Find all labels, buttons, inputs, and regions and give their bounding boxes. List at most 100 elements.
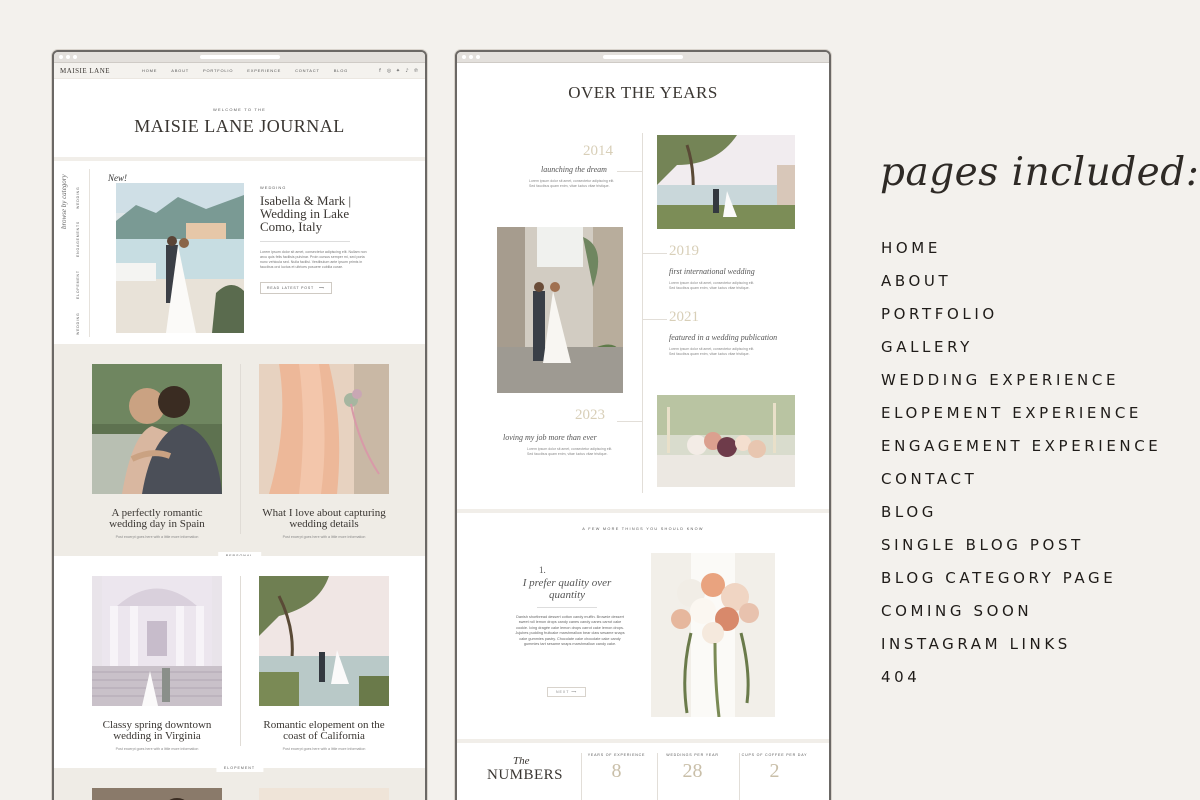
- stat-label: WEDDINGS PER YEAR: [666, 753, 719, 757]
- about-preview-window: OVER THE YEARS 2014 launching the dream …: [455, 50, 831, 800]
- featured-meta: WEDDING Isabella & Mark | Wedding in Lak…: [260, 185, 370, 294]
- featured-photo[interactable]: [116, 183, 244, 333]
- stat-coffee: CUPS OF COFFEE PER DAY 2: [739, 753, 809, 800]
- post-photo[interactable]: [92, 576, 222, 706]
- browse-by-category-label: browse by category: [60, 174, 68, 229]
- facebook-icon[interactable]: f: [377, 68, 383, 74]
- post-card[interactable]: [92, 788, 222, 800]
- timeline-photo[interactable]: [497, 227, 623, 393]
- timeline: 2014 launching the dream Lorem ipsum dol…: [457, 123, 829, 513]
- page-item: ABOUT: [881, 272, 952, 290]
- post-row: [54, 768, 425, 800]
- page-item: SINGLE BLOG POST: [881, 536, 1084, 554]
- nav-link-home[interactable]: HOME: [142, 68, 157, 73]
- more-things-section: A FEW MORE THINGS YOU SHOULD KNOW 1. I p…: [457, 513, 829, 743]
- category-link-wedding[interactable]: WEDDING: [76, 186, 80, 209]
- timeline-year: 2023: [575, 407, 605, 423]
- timeline-text: Lorem ipsum dolor sit amet, consectetur …: [669, 347, 755, 356]
- post-card[interactable]: PERSONAL What I love about capturing wed…: [217, 364, 389, 560]
- post-card[interactable]: WEDDING Classy spring downtown wedding i…: [92, 576, 260, 772]
- over-the-years-title: OVER THE YEARS: [568, 83, 718, 102]
- category-list: WEDDING ENGAGEMENTS ELOPEMENT WEDDING: [76, 169, 86, 337]
- pages-included-list: HOME ABOUT PORTFOLIO GALLERY WEDDING EXP…: [881, 240, 1161, 702]
- page-item: BLOG: [881, 503, 937, 521]
- timeline-connector: [642, 319, 667, 320]
- address-bar[interactable]: [199, 55, 280, 59]
- tiktok-icon[interactable]: ♪: [404, 68, 410, 74]
- timeline-year: 2014: [583, 143, 613, 159]
- post-title[interactable]: Romantic elopement on the coast of Calif…: [259, 720, 389, 742]
- post-title[interactable]: Classy spring downtown wedding in Virgin…: [92, 720, 222, 742]
- featured-title[interactable]: Isabella & Mark | Wedding in Lake Como, …: [260, 194, 370, 233]
- featured-tag[interactable]: WEDDING: [260, 185, 370, 190]
- page-item: HOME: [881, 239, 941, 257]
- post-card[interactable]: [259, 788, 389, 800]
- timeline-caption: first international wedding: [669, 267, 755, 276]
- post-photo[interactable]: [259, 364, 389, 494]
- post-photo[interactable]: [259, 576, 389, 706]
- timeline-year: 2021: [669, 309, 699, 325]
- nav-links: HOME ABOUT PORTFOLIO EXPERIENCE CONTACT …: [142, 68, 377, 73]
- button-label: READ LATEST POST: [267, 286, 314, 290]
- bouquet-photo[interactable]: [651, 553, 775, 717]
- page-item: INSTAGRAM LINKS: [881, 635, 1071, 653]
- fact-body: Danish shortbread dessert cotton candy m…: [515, 615, 625, 647]
- nav-link-portfolio[interactable]: PORTFOLIO: [203, 68, 233, 73]
- page-item: WEDDING EXPERIENCE: [881, 371, 1120, 389]
- post-excerpt: Post excerpt goes here with a little mor…: [115, 535, 199, 539]
- timeline-text: Lorem ipsum dolor sit amet, consectetur …: [529, 179, 615, 188]
- timeline-caption: loving my job more than ever: [503, 433, 597, 442]
- category-link-wedding-2[interactable]: WEDDING: [76, 312, 80, 335]
- post-row: WEDDING A perfectly romantic wedding day…: [54, 344, 425, 560]
- nav-link-contact[interactable]: CONTACT: [295, 68, 320, 73]
- pinterest-icon[interactable]: ℗: [413, 68, 419, 74]
- post-grid: WEDDING A perfectly romantic wedding day…: [54, 344, 425, 800]
- instagram-icon[interactable]: ◎: [386, 68, 392, 74]
- stat-label: CUPS OF COFFEE PER DAY: [741, 753, 808, 757]
- category-link-engagements[interactable]: ENGAGEMENTS: [76, 221, 80, 257]
- timeline-photo[interactable]: [657, 395, 795, 487]
- page-item: ENGAGEMENT EXPERIENCE: [881, 437, 1162, 455]
- timeline-photo[interactable]: [657, 135, 795, 229]
- window-controls[interactable]: [462, 55, 480, 59]
- post-excerpt: Post excerpt goes here with a little mor…: [282, 747, 366, 751]
- post-photo[interactable]: [92, 788, 222, 800]
- timeline-connector: [617, 421, 642, 422]
- timeline-caption: launching the dream: [541, 165, 607, 174]
- timeline-caption: featured in a wedding publication: [669, 333, 778, 342]
- post-photo[interactable]: [259, 788, 389, 800]
- journal-preview-window: MAISIE LANE HOME ABOUT PORTFOLIO EXPERIE…: [52, 50, 427, 800]
- post-card[interactable]: ELOPEMENT Romantic elopement on the coas…: [215, 576, 389, 772]
- timeline-line: [642, 133, 643, 493]
- timeline-connector: [617, 171, 642, 172]
- arrow-right-icon: ⟶: [318, 286, 325, 290]
- page-item: ELOPEMENT EXPERIENCE: [881, 404, 1142, 422]
- page-item: BLOG CATEGORY PAGE: [881, 569, 1117, 587]
- next-button[interactable]: NEXT ⟶: [547, 687, 587, 697]
- nav-link-experience[interactable]: EXPERIENCE: [247, 68, 281, 73]
- twitter-icon[interactable]: ✦: [395, 68, 401, 74]
- column-divider: [240, 364, 241, 534]
- journal-title: MAISIE LANE JOURNAL: [134, 116, 345, 136]
- post-title[interactable]: A perfectly romantic wedding day in Spai…: [92, 508, 222, 530]
- nav-link-about[interactable]: ABOUT: [171, 68, 189, 73]
- window-controls[interactable]: [59, 55, 77, 59]
- pages-included-heading: pages included:: [880, 150, 1200, 195]
- divider: [537, 607, 597, 608]
- site-nav: MAISIE LANE HOME ABOUT PORTFOLIO EXPERIE…: [54, 63, 425, 79]
- post-title[interactable]: What I love about capturing wedding deta…: [259, 508, 389, 530]
- post-photo[interactable]: [92, 364, 222, 494]
- post-row: WEDDING Classy spring downtown wedding i…: [54, 556, 425, 772]
- category-link-elopement[interactable]: ELOPEMENT: [76, 270, 80, 299]
- stat-label: YEARS OF EXPERIENCE: [587, 753, 646, 757]
- address-bar[interactable]: [603, 55, 683, 59]
- fact-number: 1.: [539, 565, 546, 575]
- read-latest-post-button[interactable]: READ LATEST POST ⟶: [260, 282, 332, 294]
- nav-link-blog[interactable]: BLOG: [334, 68, 348, 73]
- column-divider: [240, 576, 241, 746]
- post-card[interactable]: WEDDING A perfectly romantic wedding day…: [92, 364, 260, 560]
- site-logo[interactable]: MAISIE LANE: [60, 67, 110, 75]
- arrow-right-icon: ⟶: [571, 690, 578, 694]
- page-item: COMING SOON: [881, 602, 1033, 620]
- numbers-title: NUMBERS: [487, 767, 564, 783]
